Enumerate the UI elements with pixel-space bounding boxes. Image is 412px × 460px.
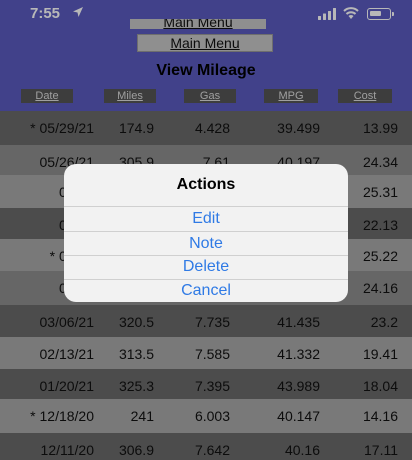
- cancel-button[interactable]: Cancel: [64, 279, 348, 302]
- dialog-title: Actions: [176, 176, 236, 193]
- note-button[interactable]: Note: [64, 232, 348, 256]
- actions-dialog: Actions Edit Note Delete Cancel: [64, 164, 348, 302]
- delete-button[interactable]: Delete: [64, 255, 348, 279]
- edit-button[interactable]: Edit: [64, 207, 348, 231]
